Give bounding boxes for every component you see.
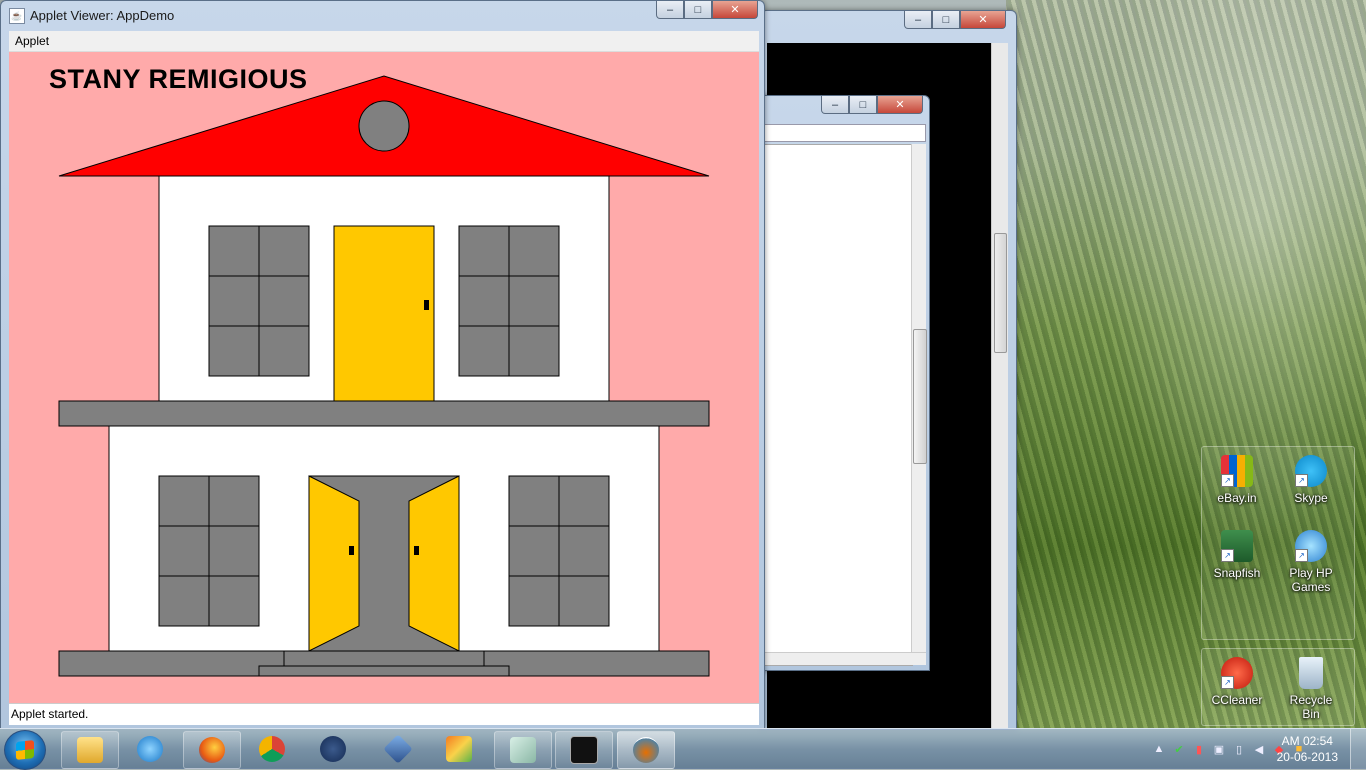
- applet-viewer-window[interactable]: ☕ Applet Viewer: AppDemo – □ ✕ Applet ST…: [0, 0, 765, 729]
- hp-icon: [320, 736, 346, 762]
- text-content-area[interactable]: [751, 144, 913, 666]
- right-door-leaf: [408, 475, 460, 652]
- battery-icon[interactable]: ▯: [1232, 742, 1246, 756]
- text-vertical-scrollbar[interactable]: [911, 144, 927, 652]
- java-icon: [633, 737, 659, 763]
- command-prompt-icon: [570, 736, 598, 764]
- upper-door: [333, 225, 435, 402]
- desktop-icon-label: CCleaner: [1211, 693, 1263, 707]
- security-icon[interactable]: ✔: [1172, 742, 1186, 756]
- taskbar-explorer[interactable]: [61, 731, 119, 769]
- taskbar-network-tool[interactable]: [370, 731, 426, 767]
- balcony-slab: [58, 400, 710, 427]
- taskbar: ▲ ✔ ▮ ▣ ▯ ◀ ◆ ■ AM 02:54 20-06-2013: [0, 728, 1366, 770]
- title-bar[interactable]: ☕ Applet Viewer: AppDemo – □ ✕: [1, 1, 764, 30]
- minimize-button[interactable]: –: [904, 11, 932, 29]
- bottom-step: [258, 665, 510, 677]
- show-desktop-button[interactable]: [1350, 729, 1366, 769]
- firefox-icon: [199, 737, 225, 763]
- maximize-button[interactable]: □: [684, 1, 712, 19]
- windows-logo-icon: [16, 740, 34, 760]
- drawing-heading: STANY REMIGIOUS: [49, 64, 308, 94]
- main-entrance: [308, 475, 460, 652]
- desktop-icon-label: Recycle Bin: [1289, 693, 1333, 721]
- taskbar-firefox[interactable]: [183, 731, 241, 769]
- close-button[interactable]: ✕: [712, 1, 758, 19]
- lower-left-window: [158, 475, 260, 627]
- desktop-icon-label: Snapfish: [1213, 566, 1261, 580]
- photo-gallery-icon: [446, 736, 472, 762]
- taskbar-java[interactable]: [617, 731, 675, 769]
- lower-right-window: [508, 475, 610, 627]
- close-button[interactable]: ✕: [877, 96, 923, 114]
- desktop-icon-label: Skype: [1294, 491, 1328, 505]
- upper-right-window: [458, 225, 560, 377]
- close-button[interactable]: ✕: [960, 11, 1006, 29]
- desktop-icon-ccleaner[interactable]: ↗ CCleaner: [1207, 657, 1267, 707]
- scrollbar-thumb[interactable]: [913, 329, 927, 464]
- clock-date: 20-06-2013: [1276, 750, 1338, 764]
- java-icon: ☕: [9, 8, 25, 24]
- ebay-icon: ↗: [1221, 455, 1253, 487]
- taskbar-photo-gallery[interactable]: [431, 731, 487, 767]
- minimize-button[interactable]: –: [656, 1, 684, 19]
- desktop-icon-snapfish[interactable]: ↗ Snapfish: [1207, 530, 1267, 580]
- desktop-icon-skype[interactable]: ↗ Skype: [1281, 455, 1341, 505]
- snapfish-icon: ↗: [1221, 530, 1253, 562]
- applet-canvas[interactable]: STANY REMIGIOUS: [9, 52, 759, 703]
- console-scrollbar[interactable]: [991, 43, 1008, 729]
- clock-time: AM 02:54: [1281, 734, 1333, 748]
- background-window-caption-buttons: – □ ✕: [904, 11, 1006, 29]
- desktop-icon-ebay[interactable]: ↗ eBay.in: [1207, 455, 1267, 505]
- left-door-leaf: [308, 475, 360, 652]
- signal-strength-icon[interactable]: ▮: [1192, 742, 1206, 756]
- status-bar: Applet started.: [9, 703, 759, 725]
- taskbar-chrome[interactable]: [244, 731, 300, 767]
- roof-window: [358, 100, 410, 152]
- top-step: [283, 650, 485, 667]
- windows-explorer-icon: [77, 737, 103, 763]
- taskbar-hp[interactable]: [305, 731, 361, 767]
- hp-games-icon: ↗: [1295, 530, 1327, 562]
- clock[interactable]: AM 02:54 20-06-2013: [1277, 733, 1338, 765]
- chrome-icon: [259, 736, 285, 762]
- caption-buttons: – □ ✕: [656, 1, 758, 19]
- desktop-icon-label: Play HP Games: [1289, 566, 1333, 594]
- taskbar-notes[interactable]: [494, 731, 552, 769]
- background-text-window[interactable]: – □ ✕: [745, 95, 930, 671]
- text-horizontal-scrollbar[interactable]: [751, 652, 926, 665]
- house-drawing: [58, 75, 710, 677]
- minimize-button[interactable]: –: [821, 96, 849, 114]
- ccleaner-icon: ↗: [1221, 657, 1253, 689]
- notes-icon: [510, 737, 536, 763]
- skype-icon: ↗: [1295, 455, 1327, 487]
- network-icon[interactable]: ▣: [1212, 742, 1226, 756]
- maximize-button[interactable]: □: [932, 11, 960, 29]
- menu-applet[interactable]: Applet: [15, 34, 49, 48]
- menu-bar: Applet: [9, 31, 759, 52]
- network-tool-icon: [383, 734, 413, 764]
- maximize-button[interactable]: □: [849, 96, 877, 114]
- scrollbar-thumb[interactable]: [994, 233, 1007, 353]
- internet-explorer-icon: [137, 736, 163, 762]
- desktop-icon-hp-games[interactable]: ↗ Play HP Games: [1281, 530, 1341, 594]
- desktop-icon-recycle-bin[interactable]: Recycle Bin: [1281, 657, 1341, 721]
- volume-icon[interactable]: ◀: [1252, 742, 1266, 756]
- desktop-icon-label: eBay.in: [1217, 491, 1257, 505]
- taskbar-internet-explorer[interactable]: [122, 731, 178, 767]
- text-window-caption-buttons: – □ ✕: [821, 96, 923, 114]
- window-title: Applet Viewer: AppDemo: [30, 8, 175, 23]
- taskbar-command-prompt[interactable]: [555, 731, 613, 769]
- status-text: Applet started.: [11, 707, 89, 721]
- toolbar-strip: [751, 124, 926, 142]
- recycle-bin-icon: [1299, 657, 1323, 689]
- show-hidden-icons-icon[interactable]: ▲: [1152, 742, 1166, 756]
- upper-left-window: [208, 225, 310, 377]
- start-button[interactable]: [4, 730, 46, 770]
